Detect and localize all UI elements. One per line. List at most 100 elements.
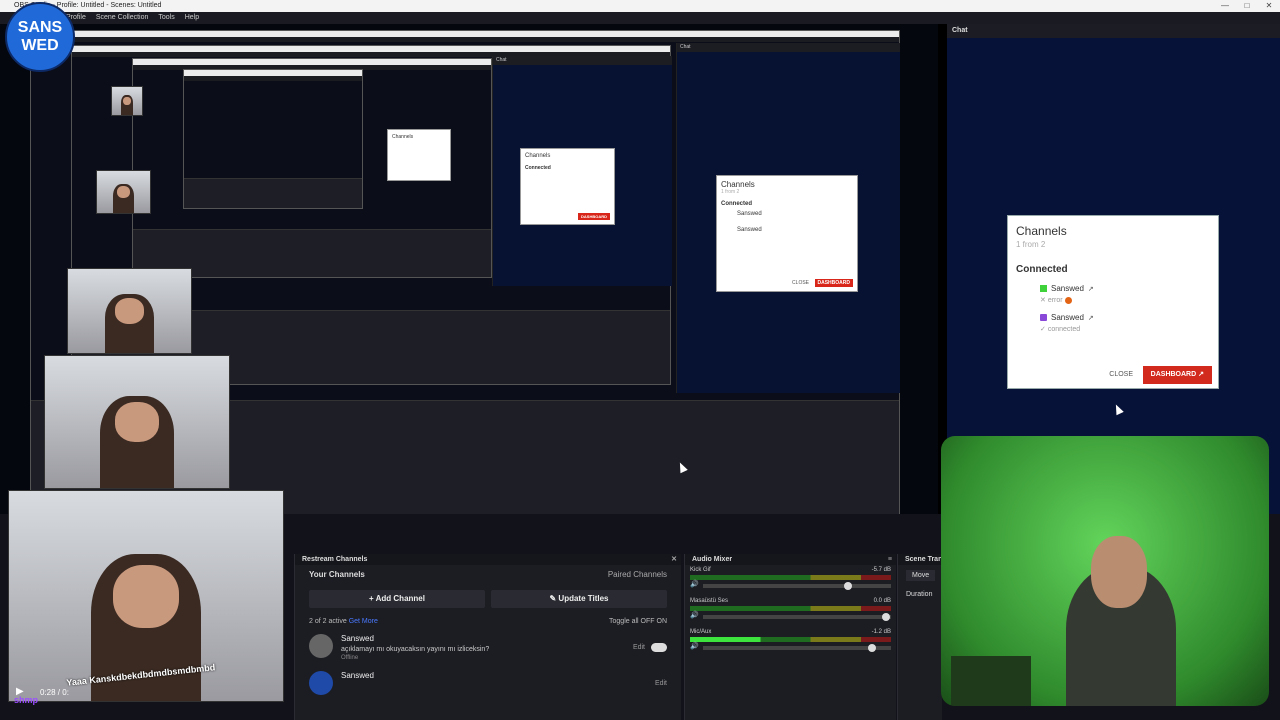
channel-twitch[interactable]: Sanswed ↗ ✓ connected <box>1040 313 1210 333</box>
connected-label: Connected <box>1016 264 1068 275</box>
mixer-track-kick: Kick Gif -5.7 dB 🔊 <box>685 565 896 590</box>
webcam-overlay-tiny <box>111 86 143 116</box>
nested-dialog-channel-1: Sanswed <box>737 211 762 217</box>
avatar <box>309 634 333 658</box>
nested-channels-dialog-1: Channels 1 from 2 Connected Sanswed Sans… <box>716 175 858 292</box>
nested-dialog-dashboard[interactable]: DASHBOARD <box>814 279 853 287</box>
menu-tools[interactable]: Tools <box>158 12 174 24</box>
add-channel-button[interactable]: + Add Channel <box>309 590 485 608</box>
add-channel-label: Add Channel <box>375 594 425 603</box>
external-link-icon[interactable]: ↗ <box>1088 314 1094 322</box>
update-titles-button[interactable]: ✎ Update Titles <box>491 590 667 608</box>
chat-title: Chat <box>947 24 1280 38</box>
nested-dialog-channel-2: Sanswed <box>737 227 762 233</box>
menu-bar: Profile Scene Collection Tools Help <box>0 12 1280 24</box>
external-link-icon: ↗ <box>1198 371 1204 378</box>
close-button[interactable]: CLOSE <box>1109 371 1133 378</box>
minimize-icon[interactable]: — <box>1214 0 1236 12</box>
volume-slider[interactable] <box>702 582 891 590</box>
logo-line-1: SANS <box>17 19 63 36</box>
volume-slider[interactable] <box>702 644 891 652</box>
track-name: Kick Gif <box>690 567 711 573</box>
list-item: Sanswed açıklamayı mı okuyacaksın yayını… <box>295 629 681 666</box>
volume-slider-knob[interactable] <box>843 582 852 590</box>
edit-link[interactable]: Edit <box>655 680 667 687</box>
nested-chat-title: Chat <box>677 43 900 52</box>
mixer-track-mic: Mic/Aux -1.2 dB 🔊 <box>685 627 896 652</box>
toggle-on[interactable]: ON <box>657 618 668 625</box>
webcam-overlay-medium <box>67 268 192 354</box>
dock-close-icon[interactable]: ✕ <box>671 554 677 565</box>
channel-title: açıklamayı mı okuyacaksın yayını mı izli… <box>341 646 490 653</box>
nested-dialog-close[interactable]: CLOSE <box>792 280 809 286</box>
nested-dialog-subtitle: 1 from 2 <box>721 189 740 195</box>
track-name: Masaüstü Ses <box>690 598 729 604</box>
channel-name: Sanswed <box>341 671 374 680</box>
nested-chat-2-title: Chat <box>493 56 672 65</box>
nested-dialog-title: Channels <box>721 180 755 189</box>
channels-dialog-subtitle: 1 from 2 <box>1016 240 1046 249</box>
audio-mixer-title-text: Audio Mixer <box>692 556 733 563</box>
check-icon: ✓ <box>1040 326 1046 333</box>
dashboard-label: DASHBOARD <box>1150 371 1197 378</box>
channel-toggle[interactable] <box>651 643 667 652</box>
track-name: Mic/Aux <box>690 629 712 635</box>
error-help-icon[interactable] <box>1064 296 1072 304</box>
channel-twitch-status: connected <box>1047 326 1081 333</box>
kick-icon <box>1040 285 1047 292</box>
volume-slider-knob[interactable] <box>868 644 877 652</box>
window-controls: — □ ✕ <box>1214 0 1280 12</box>
active-count: 2 of 2 active <box>309 618 347 625</box>
chat-overlay-username: shmp <box>14 695 39 705</box>
webcam-overlay-large <box>44 355 230 489</box>
video-player-controls: ▶ 0:28 / 0: <box>0 680 290 720</box>
close-icon[interactable]: ✕ <box>1258 0 1280 12</box>
audio-mixer-dock: Audio Mixer ≡ Kick Gif -5.7 dB 🔊 Masaüstü … <box>684 554 896 720</box>
toggle-all-label: Toggle all <box>609 618 639 625</box>
channel-kick-status: error <box>1047 297 1063 304</box>
window-titlebar: OBS Studio - Profile: Untitled - Scenes:… <box>0 0 1280 12</box>
menu-help[interactable]: Help <box>185 12 199 24</box>
toggle-off[interactable]: OFF <box>641 618 655 625</box>
track-db: -5.7 dB <box>871 567 891 573</box>
restream-title: Restream Channels ✕ <box>295 554 681 565</box>
speaker-icon[interactable]: 🔊 <box>690 642 699 650</box>
error-x-icon: ✕ <box>1040 297 1046 304</box>
dashboard-button[interactable]: DASHBOARD ↗ <box>1142 366 1212 384</box>
channel-logo: SANS WED <box>5 2 75 72</box>
nested-preview-4 <box>183 69 363 209</box>
volume-slider[interactable] <box>702 613 891 621</box>
channel-twitch-name: Sanswed <box>1051 313 1084 322</box>
nested-channels-dialog-3: Channels <box>387 129 451 181</box>
paired-channels-link[interactable]: Paired Channels <box>608 570 667 579</box>
nested-dialog-3-title: Channels <box>392 134 414 140</box>
channel-status: Offline <box>341 655 359 661</box>
dock-menu-icon[interactable]: ≡ <box>888 554 892 565</box>
logo-line-2: WED <box>21 37 59 54</box>
edit-link[interactable]: Edit <box>633 644 645 651</box>
track-db: 0.0 dB <box>873 598 891 604</box>
channels-dialog-title: Channels <box>1016 224 1067 238</box>
channel-kick-name: Sanswed <box>1051 284 1084 293</box>
twitch-icon <box>1040 314 1047 321</box>
get-more-link[interactable]: Get More <box>349 618 378 625</box>
nested-dialog-2-title: Channels <box>525 153 551 159</box>
webcam-overlay-small <box>96 170 151 214</box>
maximize-icon[interactable]: □ <box>1236 0 1258 12</box>
nested-dialog-2-connected: Connected <box>525 165 551 171</box>
scene-transitions-dock: Scene Transitions Move Duration <box>897 554 942 720</box>
volume-slider-knob[interactable] <box>881 613 890 621</box>
transition-select[interactable]: Move <box>906 570 936 581</box>
channel-kick[interactable]: Sanswed ↗ ✕ error <box>1040 284 1210 304</box>
avatar <box>309 671 333 695</box>
external-link-icon[interactable]: ↗ <box>1088 285 1094 293</box>
speaker-icon[interactable]: 🔊 <box>690 611 699 619</box>
menu-scene-collection[interactable]: Scene Collection <box>96 12 149 24</box>
speaker-icon[interactable]: 🔊 <box>690 580 699 588</box>
your-channels-label: Your Channels <box>309 570 365 579</box>
nested-dialog-connected: Connected <box>721 201 753 207</box>
mixer-track-desktop: Masaüstü Ses 0.0 dB 🔊 <box>685 596 896 621</box>
restream-title-text: Restream Channels <box>302 556 368 563</box>
webcam-greenscreen <box>941 436 1269 706</box>
nested-dialog-2-dashboard[interactable]: DASHBOARD <box>578 213 610 220</box>
